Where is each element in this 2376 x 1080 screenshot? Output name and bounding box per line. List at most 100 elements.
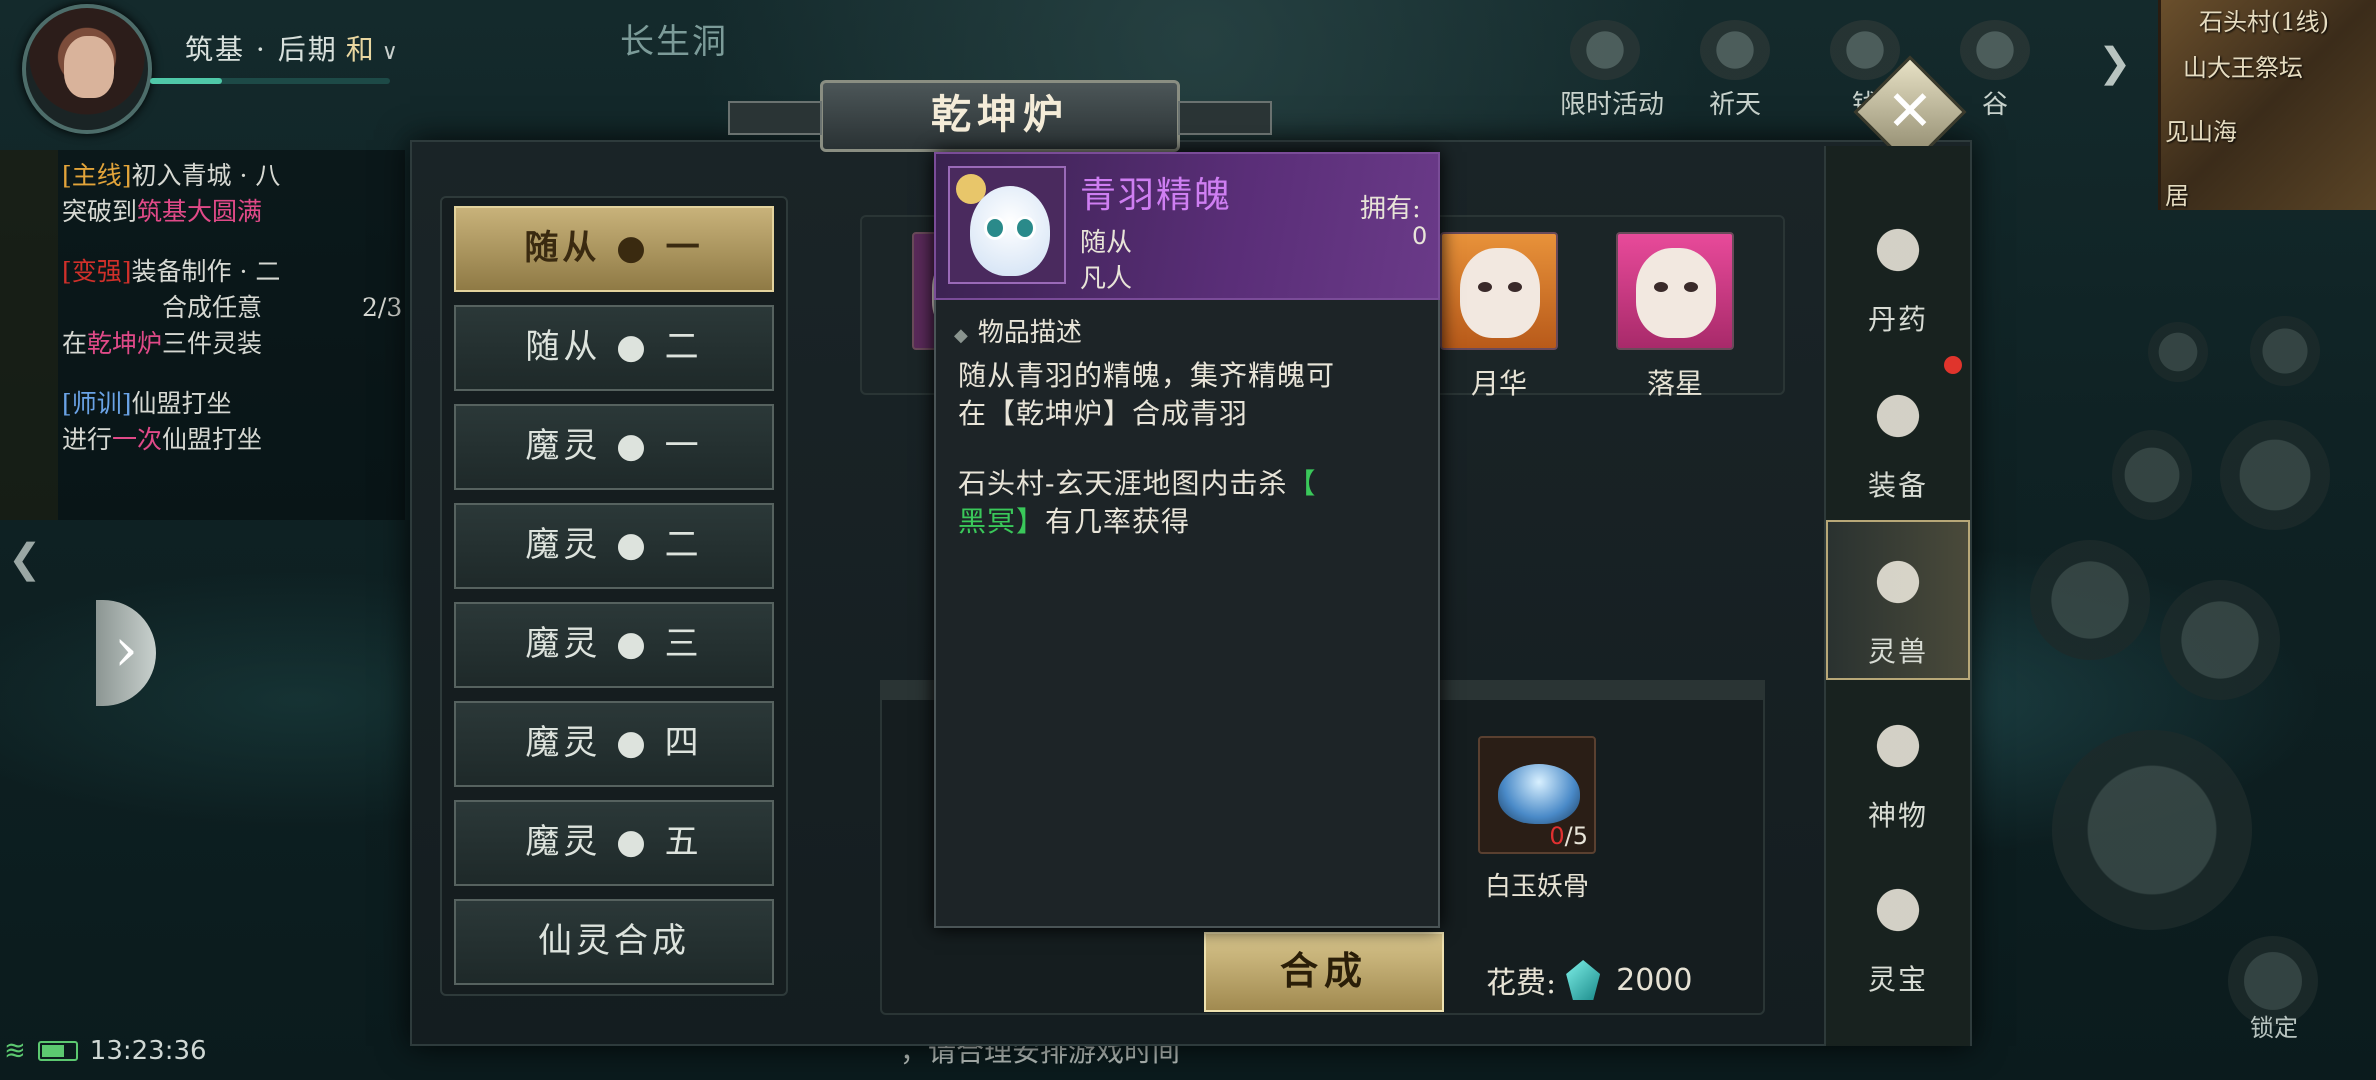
quest-title: 仙盟打坐 [131,389,232,418]
material-slot[interactable]: 0/5 [1478,736,1596,854]
jade-bowl-icon [1498,764,1580,824]
status-bar: ≋ 13:23:36 [0,1036,207,1066]
pray-button[interactable]: 祈天 [1690,20,1780,121]
pill-bowl-icon [1856,208,1940,292]
yinyang-icon[interactable] [2220,420,2330,530]
material-name: 白玉妖骨 [1484,872,1589,902]
description-line: 随从青羽的精魄，集齐精魄可 [958,359,1336,392]
description-heading-label: 物品描述 [977,318,1082,348]
description-text: 石头村-玄天涯地图内击杀 [958,467,1288,500]
compass-icon[interactable] [2250,316,2320,386]
category-demon-1[interactable]: 魔灵 ● 一 [454,404,774,490]
quest-title: 初入青城 · 八 [131,161,281,190]
lock-target-label: 锁定 [2250,1014,2298,1042]
pet-icon [1460,248,1540,338]
player-avatar[interactable] [22,4,152,134]
minimap-place: 居 [2165,182,2189,210]
pet-name: 落星 [1646,367,1703,400]
paw-icon [1856,540,1940,624]
close-icon: ✕ [1886,79,1934,144]
item-grade: 凡人 [1080,264,1133,294]
tab-label: 灵宝 [1867,963,1928,996]
description-line: 黑冥】有几率获得 [958,500,1190,540]
category-immortal-spirit[interactable]: 仙灵合成 [454,899,774,985]
cost-label: 花费: [1486,966,1557,1001]
minimap[interactable]: 石头村(1线) 山大王祭坛 见山海 居 [2158,0,2376,210]
quest-training[interactable]: [师训]仙盟打坐 进行一次仙盟打坐 [62,386,402,458]
realm-label: 筑基 · 后期 [185,33,338,66]
category-demon-5[interactable]: 魔灵 ● 五 [454,800,774,886]
quest-tag: [师训] [62,389,132,418]
category-follower-2[interactable]: 随从 ● 二 [454,305,774,391]
collapse-left-icon[interactable]: ❮ [8,536,42,582]
material-have: 0 [1549,822,1565,850]
tab-pills[interactable]: 丹药 [1826,190,1970,350]
quest-highlight: 筑基大圆满 [137,197,263,226]
attack-icon[interactable] [2052,730,2252,930]
skill-icon[interactable] [2160,580,2280,700]
top-icon-bar: 限时活动 祈天 钱 谷 [1560,20,2040,121]
category-demon-4[interactable]: 魔灵 ● 四 [454,701,774,787]
treasure-icon [1856,868,1940,952]
cost-amount: 2000 [1616,962,1693,998]
quest-tab-rail[interactable] [0,150,58,520]
valley-button[interactable]: 谷 [1950,20,2040,121]
chevron-down-icon[interactable]: ∨ [382,40,400,65]
description-line: 石头村-玄天涯地图内击杀【 [958,462,1316,502]
quest-title: 装备制作 · 二 [131,257,281,286]
fan-icon [1856,704,1940,788]
tab-spirit-treasure[interactable]: 灵宝 [1826,850,1970,1010]
sword-icon [1856,374,1940,458]
tab-label: 灵兽 [1867,635,1928,668]
tab-spirit-beast[interactable]: 灵兽 [1826,520,1970,680]
quest-highlight: 乾坤炉 [87,329,163,358]
pet-slot-falling-star[interactable] [1616,232,1734,350]
diamond-icon: ◆ [954,325,968,346]
pet-slot-moonlight[interactable] [1440,232,1558,350]
eye [984,216,1006,240]
material-count: 0/5 [1549,822,1588,850]
wifi-icon: ≋ [4,1036,26,1066]
category-follower-1[interactable]: 随从 ● 一 [454,206,774,292]
altar-icon [1700,20,1770,80]
minimap-place: 山大王祭坛 [2183,54,2303,82]
event-button[interactable]: 限时活动 [1560,20,1665,121]
item-name: 青羽精魄 [1080,175,1233,216]
pk-mode-label[interactable]: 和 [346,33,376,66]
quest-desc: 合成任意三件灵装 [162,293,263,358]
valley-icon [1960,20,2030,80]
category-demon-2[interactable]: 魔灵 ● 二 [454,503,774,589]
description-text: 有几率获得 [1045,505,1191,538]
event-label: 限时活动 [1560,90,1665,120]
owned-count: 0 [1412,222,1428,250]
collapse-left-icon[interactable] [2112,430,2192,520]
skill-icon[interactable] [2030,540,2150,660]
description-line: 在【乾坤炉】合成青羽 [958,397,1249,430]
tab-label: 丹药 [1867,303,1928,336]
category-demon-3[interactable]: 魔灵 ● 三 [454,602,774,688]
quest-tracker: [主线]初入青城 · 八 突破到筑基大圆满 [变强]装备制作 · 二 在乾坤炉合… [0,150,405,520]
bag-icon[interactable] [2148,322,2208,382]
exp-bar [150,78,390,84]
quest-desc: 仙盟打坐 [162,425,263,454]
money-icon [1830,20,1900,80]
minimap-line: 石头村(1线) [2199,8,2329,36]
owned-label: 拥有: [1360,194,1421,224]
location-name: 长生洞 [620,22,728,62]
tab-divine-object[interactable]: 神物 [1826,686,1970,846]
valley-label: 谷 [1981,90,2008,120]
notification-badge [1944,356,1962,374]
craft-cost: 花费: 2000 [1486,958,1692,1002]
quest-tag: [主线] [62,161,132,190]
description-highlight: 黑冥】 [958,505,1046,538]
minimap-place: 见山海 [2165,118,2237,146]
craft-button[interactable]: 合成 [1204,932,1444,1012]
quest-strengthen[interactable]: [变强]装备制作 · 二 在乾坤炉合成任意三件灵装 2/3 [62,254,402,362]
description-heading: ◆ 物品描述 [954,312,1082,349]
quest-main[interactable]: [主线]初入青城 · 八 突破到筑基大圆满 [62,158,402,230]
cultivation-realm[interactable]: 筑基 · 后期和 ∨ [185,28,400,68]
expand-right-icon[interactable]: ❯ [2098,40,2132,86]
pray-label: 祈天 [1708,90,1761,120]
tab-equipment[interactable]: 装备 [1826,356,1970,516]
quest-tag: [变强] [62,257,132,286]
